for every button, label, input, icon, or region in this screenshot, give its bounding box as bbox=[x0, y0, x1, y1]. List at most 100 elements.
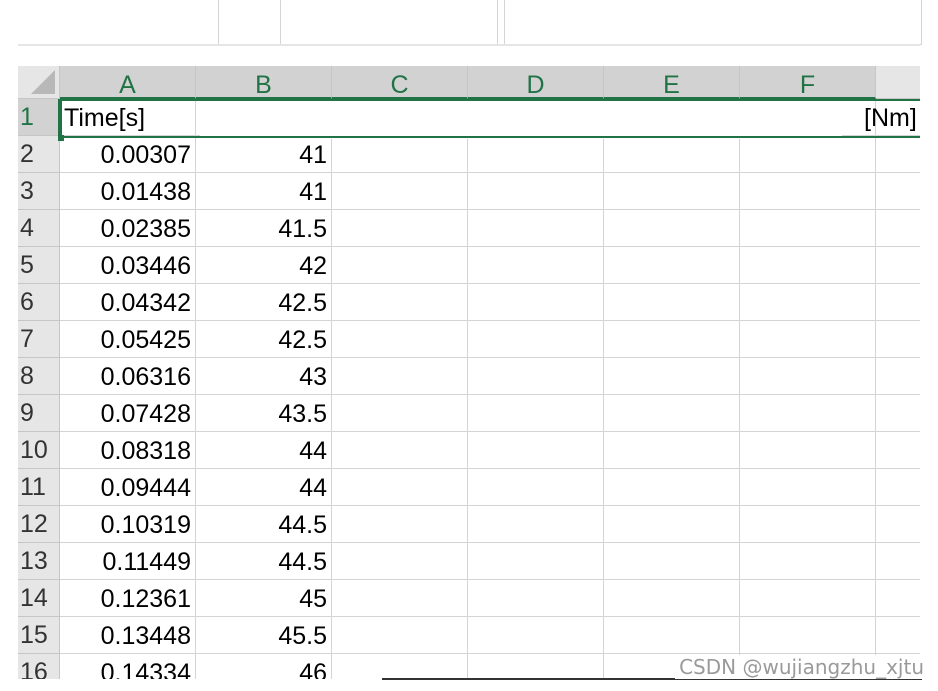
cell[interactable] bbox=[876, 469, 920, 506]
row-header[interactable]: 14 bbox=[18, 580, 60, 617]
cell-a[interactable]: 0.14334 bbox=[60, 654, 196, 679]
cell[interactable] bbox=[604, 284, 740, 321]
cell[interactable] bbox=[740, 543, 876, 580]
cell[interactable] bbox=[468, 358, 604, 395]
cell[interactable] bbox=[332, 395, 468, 432]
formula-input[interactable] bbox=[504, 0, 922, 45]
cell[interactable] bbox=[332, 284, 468, 321]
cell[interactable] bbox=[468, 136, 604, 173]
cell[interactable] bbox=[604, 432, 740, 469]
cell[interactable] bbox=[740, 580, 876, 617]
cell-b[interactable]: 41.5 bbox=[196, 210, 332, 247]
column-header-d[interactable]: D bbox=[468, 66, 604, 99]
cell-a[interactable]: 0.02385 bbox=[60, 210, 196, 247]
cell[interactable] bbox=[740, 173, 876, 210]
cell[interactable] bbox=[332, 617, 468, 654]
cell-a[interactable]: 0.12361 bbox=[60, 580, 196, 617]
cell[interactable] bbox=[740, 321, 876, 358]
cell[interactable] bbox=[604, 617, 740, 654]
formula-bar-buttons[interactable] bbox=[280, 0, 498, 45]
row-header[interactable]: 13 bbox=[18, 543, 60, 580]
cell[interactable] bbox=[604, 247, 740, 284]
cell-a[interactable]: 0.10319 bbox=[60, 506, 196, 543]
column-header-a[interactable]: A bbox=[60, 66, 196, 99]
cell-a[interactable]: Time[s] bbox=[60, 99, 196, 136]
cell[interactable] bbox=[604, 321, 740, 358]
cell[interactable] bbox=[468, 321, 604, 358]
cell[interactable] bbox=[332, 210, 468, 247]
cell[interactable] bbox=[468, 284, 604, 321]
row-header[interactable]: 8 bbox=[18, 358, 60, 395]
cell-b[interactable]: 44.5 bbox=[196, 506, 332, 543]
name-box[interactable] bbox=[18, 0, 219, 44]
cell[interactable] bbox=[740, 432, 876, 469]
cell[interactable] bbox=[332, 432, 468, 469]
cell[interactable] bbox=[876, 321, 920, 358]
cell[interactable] bbox=[876, 580, 920, 617]
cell[interactable] bbox=[876, 136, 920, 173]
cell-b[interactable]: 44.5 bbox=[196, 543, 332, 580]
cell[interactable] bbox=[468, 654, 604, 679]
cell[interactable] bbox=[740, 284, 876, 321]
row-header[interactable]: 15 bbox=[18, 617, 60, 654]
cell-header-unit[interactable]: [Nm] bbox=[860, 99, 920, 136]
cell[interactable] bbox=[332, 543, 468, 580]
cell[interactable] bbox=[468, 173, 604, 210]
row-header[interactable]: 7 bbox=[18, 321, 60, 358]
cell[interactable] bbox=[468, 543, 604, 580]
select-all-corner[interactable] bbox=[18, 66, 60, 99]
cell[interactable] bbox=[740, 469, 876, 506]
cell-b[interactable]: 42 bbox=[196, 247, 332, 284]
cell[interactable] bbox=[740, 136, 876, 173]
cell-b[interactable]: 44 bbox=[196, 469, 332, 506]
row-header[interactable]: 12 bbox=[18, 506, 60, 543]
row-header[interactable]: 4 bbox=[18, 210, 60, 247]
column-header-c[interactable]: C bbox=[332, 66, 468, 99]
cell[interactable] bbox=[604, 580, 740, 617]
cell[interactable] bbox=[876, 247, 920, 284]
row-header[interactable]: 6 bbox=[18, 284, 60, 321]
cell[interactable] bbox=[468, 395, 604, 432]
cell[interactable] bbox=[468, 210, 604, 247]
cell[interactable] bbox=[876, 173, 920, 210]
column-header-e[interactable]: E bbox=[604, 66, 740, 99]
spreadsheet-grid[interactable]: ABCDEF 1 Time[s] [Nm] 2 0.00307 41 3 0.01438 41 4… bbox=[18, 66, 920, 679]
cell[interactable] bbox=[468, 617, 604, 654]
cell[interactable] bbox=[332, 654, 468, 679]
cell-b[interactable]: 41 bbox=[196, 173, 332, 210]
cell[interactable] bbox=[876, 506, 920, 543]
cell[interactable] bbox=[332, 358, 468, 395]
column-header-b[interactable]: B bbox=[196, 66, 332, 99]
cell[interactable] bbox=[740, 395, 876, 432]
cell[interactable] bbox=[604, 358, 740, 395]
cell[interactable] bbox=[332, 173, 468, 210]
row-header[interactable]: 2 bbox=[18, 136, 60, 173]
cell[interactable] bbox=[876, 395, 920, 432]
cell[interactable] bbox=[332, 247, 468, 284]
cell[interactable] bbox=[468, 469, 604, 506]
cell-a[interactable]: 0.13448 bbox=[60, 617, 196, 654]
cell[interactable] bbox=[604, 395, 740, 432]
row-header[interactable]: 9 bbox=[18, 395, 60, 432]
cell[interactable] bbox=[740, 210, 876, 247]
row-header[interactable]: 11 bbox=[18, 469, 60, 506]
cell[interactable] bbox=[468, 432, 604, 469]
cell-b[interactable]: 42.5 bbox=[196, 321, 332, 358]
cell-b[interactable]: 42.5 bbox=[196, 284, 332, 321]
row-header[interactable]: 1 bbox=[18, 99, 60, 136]
row-header[interactable]: 5 bbox=[18, 247, 60, 284]
cell[interactable] bbox=[468, 580, 604, 617]
cell[interactable] bbox=[604, 506, 740, 543]
cell[interactable] bbox=[876, 617, 920, 654]
cell[interactable] bbox=[876, 358, 920, 395]
cell[interactable] bbox=[332, 136, 468, 173]
cell[interactable] bbox=[740, 617, 876, 654]
cell[interactable] bbox=[604, 136, 740, 173]
cell-b[interactable]: 45 bbox=[196, 580, 332, 617]
cell-b[interactable]: 43 bbox=[196, 358, 332, 395]
cell[interactable] bbox=[332, 506, 468, 543]
cell[interactable] bbox=[332, 321, 468, 358]
cell-a[interactable]: 0.01438 bbox=[60, 173, 196, 210]
cell[interactable] bbox=[740, 358, 876, 395]
cell-a[interactable]: 0.03446 bbox=[60, 247, 196, 284]
